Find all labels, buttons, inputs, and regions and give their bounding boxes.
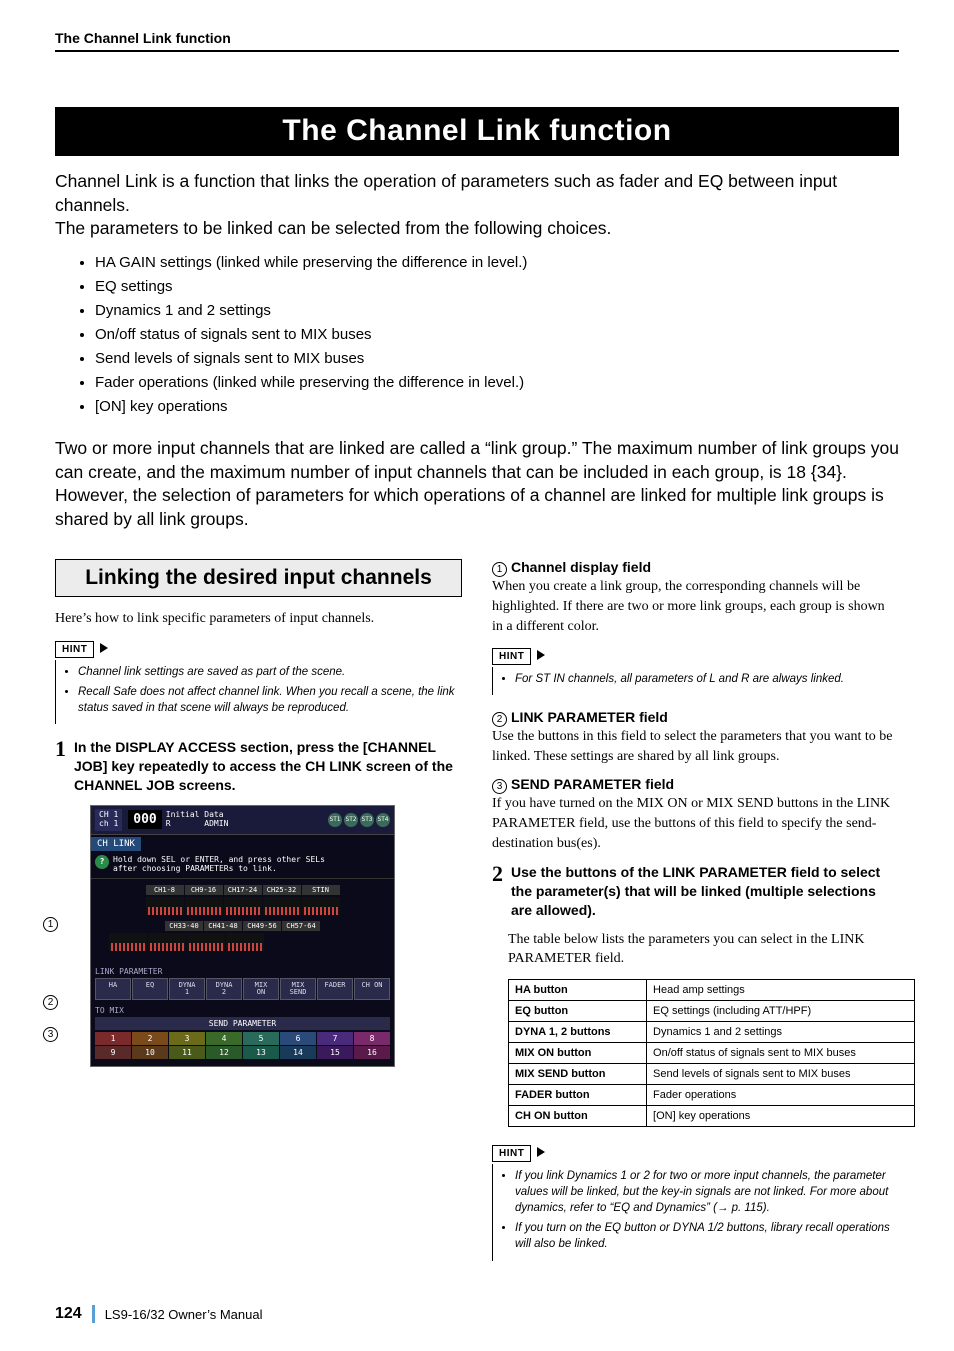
hint-block: HINT If you link Dynamics 1 or 2 for two… [492, 1143, 899, 1260]
footer: 124 LS9-16/32 Owner’s Manual [55, 1305, 899, 1323]
step-text: In the DISPLAY ACCESS section, press the… [74, 738, 462, 795]
step-follow-text: The table below lists the parameters you… [508, 930, 899, 969]
ch-indicator: CH 1ch 1 [95, 809, 122, 831]
manual-title: LS9-16/32 Owner’s Manual [105, 1307, 263, 1322]
step-2: 2 Use the buttons of the LINK PARAMETER … [492, 863, 899, 920]
bullet-item: Dynamics 1 and 2 settings [95, 299, 899, 323]
send-4[interactable]: 4 [206, 1032, 242, 1045]
table-row: EQ buttonEQ settings (including ATT/HPF) [509, 1001, 915, 1022]
send-1[interactable]: 1 [95, 1032, 131, 1045]
paragraph: Two or more input channels that are link… [55, 437, 899, 532]
table-row: FADER buttonFader operations [509, 1085, 915, 1106]
send-9[interactable]: 9 [95, 1046, 131, 1059]
send-12[interactable]: 12 [206, 1046, 242, 1059]
mix-send-button[interactable]: MIX SEND [280, 978, 316, 1000]
scene-number: 000 [128, 810, 161, 829]
send-parameter-field: TO MIX SEND PARAMETER 1 2 3 4 5 6 7 8 9 [91, 1006, 394, 1066]
hint-item: Channel link settings are saved as part … [78, 664, 462, 680]
send-5[interactable]: 5 [243, 1032, 279, 1045]
send-8[interactable]: 8 [354, 1032, 390, 1045]
hint-item: For ST IN channels, all parameters of L … [515, 671, 899, 687]
callout-1: 1 [43, 917, 62, 932]
step-number: 2 [492, 863, 503, 920]
send-10[interactable]: 10 [132, 1046, 168, 1059]
ch-on-button[interactable]: CH ON [354, 978, 390, 1000]
arrow-icon [537, 1147, 545, 1157]
bullet-item: On/off status of signals sent to MIX bus… [95, 323, 899, 347]
bullet-item: HA GAIN settings (linked while preservin… [95, 251, 899, 275]
callout-3: 3 [43, 1027, 62, 1042]
field-1-text: When you create a link group, the corres… [492, 577, 899, 636]
step-text: Use the buttons of the LINK PARAMETER fi… [511, 863, 899, 920]
bullet-item: Send levels of signals sent to MIX buses [95, 347, 899, 371]
section-heading: Linking the desired input channels [55, 559, 462, 597]
scene-label: Initial Data R ADMIN [166, 811, 229, 829]
callout-2: 2 [43, 995, 62, 1010]
intro-text: Channel Link is a function that links th… [55, 170, 899, 241]
page-title: The Channel Link function [55, 107, 899, 156]
lead-text: Here’s how to link specific parameters o… [55, 609, 462, 629]
hint-block: HINT Channel link settings are saved as … [55, 639, 462, 724]
field-3-text: If you have turned on the MIX ON or MIX … [492, 794, 899, 853]
ha-button[interactable]: HA [95, 978, 131, 1000]
table-row: MIX ON buttonOn/off status of signals se… [509, 1043, 915, 1064]
bullet-item: [ON] key operations [95, 395, 899, 419]
screenshot: 1 2 3 CH 1ch 1 000 Initial Data R ADMIN … [65, 805, 462, 1067]
hint-label: HINT [492, 648, 531, 665]
bullet-item: EQ settings [95, 275, 899, 299]
screen-hint: ? Hold down SEL or ENTER, and press othe… [91, 851, 394, 879]
field-3-heading: 3SEND PARAMETER field [492, 776, 899, 794]
send-16[interactable]: 16 [354, 1046, 390, 1059]
field-2-heading: 2LINK PARAMETER field [492, 709, 899, 727]
send-14[interactable]: 14 [280, 1046, 316, 1059]
dyna1-button[interactable]: DYNA 1 [169, 978, 205, 1000]
hint-block: HINT For ST IN channels, all parameters … [492, 646, 899, 695]
field-2-text: Use the buttons in this field to select … [492, 727, 899, 766]
arrow-icon [537, 650, 545, 660]
channel-display-field: CH1-8CH9-16 CH17-24CH25-32 STIN CH33-40C… [91, 879, 394, 967]
help-icon: ? [95, 855, 109, 869]
send-6[interactable]: 6 [280, 1032, 316, 1045]
left-column: Linking the desired input channels Here’… [55, 559, 462, 1274]
bullet-item: Fader operations (linked while preservin… [95, 371, 899, 395]
page-number: 124 [55, 1305, 82, 1323]
hint-label: HINT [492, 1145, 531, 1162]
dyna2-button[interactable]: DYNA 2 [206, 978, 242, 1000]
hint-label: HINT [55, 641, 94, 658]
table-row: CH ON button[ON] key operations [509, 1106, 915, 1127]
right-column: 1Channel display field When you create a… [492, 559, 899, 1274]
send-7[interactable]: 7 [317, 1032, 353, 1045]
arrow-icon [100, 643, 108, 653]
divider-icon [92, 1305, 95, 1323]
table-row: HA buttonHead amp settings [509, 980, 915, 1001]
table-row: DYNA 1, 2 buttonsDynamics 1 and 2 settin… [509, 1022, 915, 1043]
step-1: 1 In the DISPLAY ACCESS section, press t… [55, 738, 462, 795]
hint-item: Recall Safe does not affect channel link… [78, 684, 462, 716]
screen-tab: CH LINK [91, 837, 141, 851]
send-11[interactable]: 11 [169, 1046, 205, 1059]
parameter-table: HA buttonHead amp settings EQ buttonEQ s… [508, 979, 915, 1127]
eq-button[interactable]: EQ [132, 978, 168, 1000]
intro-bullets: HA GAIN settings (linked while preservin… [95, 251, 899, 419]
header-rule [55, 50, 899, 52]
mix-on-button[interactable]: MIX ON [243, 978, 279, 1000]
send-15[interactable]: 15 [317, 1046, 353, 1059]
running-head: The Channel Link function [55, 30, 899, 50]
link-parameter-field: LINK PARAMETER HA EQ DYNA 1 DYNA 2 MIX O… [91, 967, 394, 1006]
send-2[interactable]: 2 [132, 1032, 168, 1045]
hint-item: If you turn on the EQ button or DYNA 1/2… [515, 1220, 899, 1252]
hint-item: If you link Dynamics 1 or 2 for two or m… [515, 1168, 899, 1216]
table-row: MIX SEND buttonSend levels of signals se… [509, 1064, 915, 1085]
send-3[interactable]: 3 [169, 1032, 205, 1045]
fader-button[interactable]: FADER [317, 978, 353, 1000]
st-indicators: ST1ST2ST3ST4 [328, 813, 390, 827]
field-1-heading: 1Channel display field [492, 559, 899, 577]
step-number: 1 [55, 738, 66, 795]
send-13[interactable]: 13 [243, 1046, 279, 1059]
